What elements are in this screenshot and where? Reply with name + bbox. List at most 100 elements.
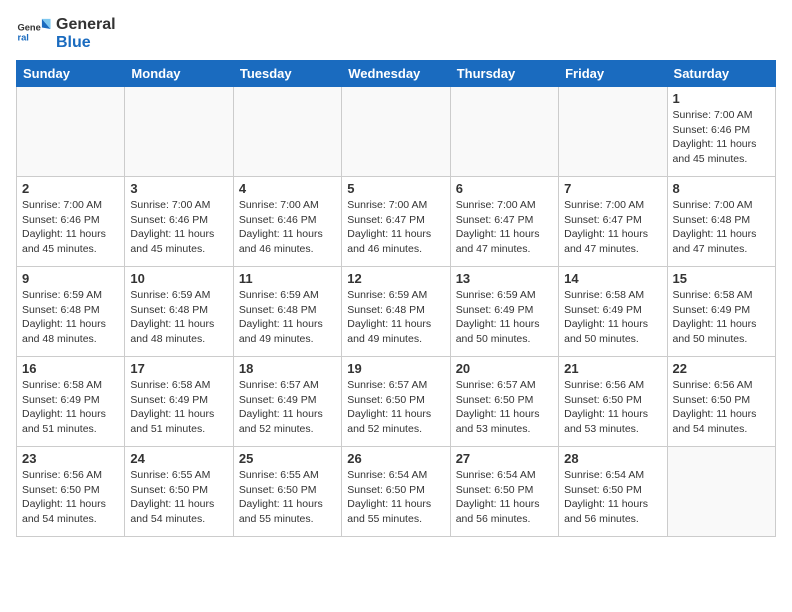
day-info: Sunrise: 6:55 AM Sunset: 6:50 PM Dayligh… xyxy=(130,468,227,527)
day-info: Sunrise: 7:00 AM Sunset: 6:48 PM Dayligh… xyxy=(673,198,770,257)
day-number: 16 xyxy=(22,361,119,376)
day-cell: 13 Sunrise: 6:59 AM Sunset: 6:49 PM Dayli… xyxy=(450,267,558,357)
day-info: Sunrise: 7:00 AM Sunset: 6:47 PM Dayligh… xyxy=(456,198,553,257)
day-cell: 5 Sunrise: 7:00 AM Sunset: 6:47 PM Daylig… xyxy=(342,177,450,267)
day-cell: 9 Sunrise: 6:59 AM Sunset: 6:48 PM Daylig… xyxy=(17,267,125,357)
day-info: Sunrise: 6:59 AM Sunset: 6:48 PM Dayligh… xyxy=(130,288,227,347)
day-cell: 16 Sunrise: 6:58 AM Sunset: 6:49 PM Dayli… xyxy=(17,357,125,447)
day-cell: 28 Sunrise: 6:54 AM Sunset: 6:50 PM Dayli… xyxy=(559,447,667,537)
day-cell xyxy=(17,87,125,177)
col-header-thursday: Thursday xyxy=(450,61,558,87)
week-row-1: 1 Sunrise: 7:00 AM Sunset: 6:46 PM Daylig… xyxy=(17,87,776,177)
day-number: 22 xyxy=(673,361,770,376)
day-info: Sunrise: 6:54 AM Sunset: 6:50 PM Dayligh… xyxy=(564,468,661,527)
day-cell xyxy=(559,87,667,177)
day-cell: 19 Sunrise: 6:57 AM Sunset: 6:50 PM Dayli… xyxy=(342,357,450,447)
week-row-3: 9 Sunrise: 6:59 AM Sunset: 6:48 PM Daylig… xyxy=(17,267,776,357)
day-cell xyxy=(233,87,341,177)
day-number: 13 xyxy=(456,271,553,286)
day-number: 6 xyxy=(456,181,553,196)
svg-text:ral: ral xyxy=(17,32,28,42)
col-header-sunday: Sunday xyxy=(17,61,125,87)
day-number: 12 xyxy=(347,271,444,286)
day-cell: 6 Sunrise: 7:00 AM Sunset: 6:47 PM Daylig… xyxy=(450,177,558,267)
day-cell: 23Sunrise: 6:56 AM Sunset: 6:50 PM Dayli… xyxy=(17,447,125,537)
day-number: 14 xyxy=(564,271,661,286)
day-number: 26 xyxy=(347,451,444,466)
logo: Gene ral General Blue xyxy=(16,16,116,52)
day-info: Sunrise: 7:00 AM Sunset: 6:46 PM Dayligh… xyxy=(673,108,770,167)
day-info: Sunrise: 6:59 AM Sunset: 6:48 PM Dayligh… xyxy=(22,288,119,347)
day-number: 17 xyxy=(130,361,227,376)
day-number: 4 xyxy=(239,181,336,196)
day-number: 19 xyxy=(347,361,444,376)
day-cell: 18 Sunrise: 6:57 AM Sunset: 6:49 PM Dayli… xyxy=(233,357,341,447)
day-cell xyxy=(667,447,775,537)
day-info: Sunrise: 6:56 AM Sunset: 6:50 PM Dayligh… xyxy=(564,378,661,437)
day-cell: 24 Sunrise: 6:55 AM Sunset: 6:50 PM Dayli… xyxy=(125,447,233,537)
week-row-2: 2 Sunrise: 7:00 AM Sunset: 6:46 PM Daylig… xyxy=(17,177,776,267)
day-info: Sunrise: 6:58 AM Sunset: 6:49 PM Dayligh… xyxy=(22,378,119,437)
day-info: Sunrise: 7:00 AM Sunset: 6:47 PM Dayligh… xyxy=(564,198,661,257)
day-cell: 21Sunrise: 6:56 AM Sunset: 6:50 PM Dayli… xyxy=(559,357,667,447)
day-info: Sunrise: 7:00 AM Sunset: 6:46 PM Dayligh… xyxy=(130,198,227,257)
day-cell: 12 Sunrise: 6:59 AM Sunset: 6:48 PM Dayli… xyxy=(342,267,450,357)
day-info: Sunrise: 6:56 AM Sunset: 6:50 PM Dayligh… xyxy=(22,468,119,527)
day-info: Sunrise: 6:55 AM Sunset: 6:50 PM Dayligh… xyxy=(239,468,336,527)
calendar-table: SundayMondayTuesdayWednesdayThursdayFrid… xyxy=(16,60,776,537)
day-number: 2 xyxy=(22,181,119,196)
day-info: Sunrise: 6:54 AM Sunset: 6:50 PM Dayligh… xyxy=(456,468,553,527)
day-info: Sunrise: 6:58 AM Sunset: 6:49 PM Dayligh… xyxy=(130,378,227,437)
col-header-wednesday: Wednesday xyxy=(342,61,450,87)
day-number: 9 xyxy=(22,271,119,286)
day-info: Sunrise: 6:58 AM Sunset: 6:49 PM Dayligh… xyxy=(564,288,661,347)
svg-text:Gene: Gene xyxy=(17,22,40,32)
day-info: Sunrise: 6:59 AM Sunset: 6:49 PM Dayligh… xyxy=(456,288,553,347)
logo-text-general: General xyxy=(56,16,116,33)
day-number: 8 xyxy=(673,181,770,196)
day-cell: 7 Sunrise: 7:00 AM Sunset: 6:47 PM Daylig… xyxy=(559,177,667,267)
day-number: 25 xyxy=(239,451,336,466)
day-number: 3 xyxy=(130,181,227,196)
day-number: 1 xyxy=(673,91,770,106)
day-number: 5 xyxy=(347,181,444,196)
day-number: 28 xyxy=(564,451,661,466)
day-cell: 11Sunrise: 6:59 AM Sunset: 6:48 PM Dayli… xyxy=(233,267,341,357)
day-info: Sunrise: 6:57 AM Sunset: 6:50 PM Dayligh… xyxy=(347,378,444,437)
logo-icon: Gene ral xyxy=(16,16,52,52)
day-cell: 27 Sunrise: 6:54 AM Sunset: 6:50 PM Dayli… xyxy=(450,447,558,537)
header: Gene ral General Blue xyxy=(16,16,776,52)
day-info: Sunrise: 6:57 AM Sunset: 6:49 PM Dayligh… xyxy=(239,378,336,437)
col-header-monday: Monday xyxy=(125,61,233,87)
day-cell: 2Sunrise: 7:00 AM Sunset: 6:46 PM Daylig… xyxy=(17,177,125,267)
day-cell: 25 Sunrise: 6:55 AM Sunset: 6:50 PM Dayli… xyxy=(233,447,341,537)
day-cell: 17 Sunrise: 6:58 AM Sunset: 6:49 PM Dayli… xyxy=(125,357,233,447)
day-number: 7 xyxy=(564,181,661,196)
day-number: 20 xyxy=(456,361,553,376)
day-cell xyxy=(450,87,558,177)
day-number: 15 xyxy=(673,271,770,286)
day-info: Sunrise: 6:54 AM Sunset: 6:50 PM Dayligh… xyxy=(347,468,444,527)
day-cell: 22 Sunrise: 6:56 AM Sunset: 6:50 PM Dayli… xyxy=(667,357,775,447)
logo-wordmark: General Blue xyxy=(56,16,116,52)
calendar-header-row: SundayMondayTuesdayWednesdayThursdayFrid… xyxy=(17,61,776,87)
day-number: 18 xyxy=(239,361,336,376)
day-cell: 3 Sunrise: 7:00 AM Sunset: 6:46 PM Daylig… xyxy=(125,177,233,267)
day-number: 24 xyxy=(130,451,227,466)
logo-text-blue: Blue xyxy=(56,34,91,51)
week-row-5: 23Sunrise: 6:56 AM Sunset: 6:50 PM Dayli… xyxy=(17,447,776,537)
day-number: 27 xyxy=(456,451,553,466)
day-cell: 10 Sunrise: 6:59 AM Sunset: 6:48 PM Dayli… xyxy=(125,267,233,357)
day-cell: 8 Sunrise: 7:00 AM Sunset: 6:48 PM Daylig… xyxy=(667,177,775,267)
day-cell: 4Sunrise: 7:00 AM Sunset: 6:46 PM Daylig… xyxy=(233,177,341,267)
day-info: Sunrise: 6:57 AM Sunset: 6:50 PM Dayligh… xyxy=(456,378,553,437)
col-header-saturday: Saturday xyxy=(667,61,775,87)
day-cell: 1 Sunrise: 7:00 AM Sunset: 6:46 PM Daylig… xyxy=(667,87,775,177)
day-info: Sunrise: 6:56 AM Sunset: 6:50 PM Dayligh… xyxy=(673,378,770,437)
col-header-tuesday: Tuesday xyxy=(233,61,341,87)
day-info: Sunrise: 7:00 AM Sunset: 6:47 PM Dayligh… xyxy=(347,198,444,257)
col-header-friday: Friday xyxy=(559,61,667,87)
day-cell: 26 Sunrise: 6:54 AM Sunset: 6:50 PM Dayli… xyxy=(342,447,450,537)
day-number: 10 xyxy=(130,271,227,286)
day-info: Sunrise: 6:59 AM Sunset: 6:48 PM Dayligh… xyxy=(347,288,444,347)
